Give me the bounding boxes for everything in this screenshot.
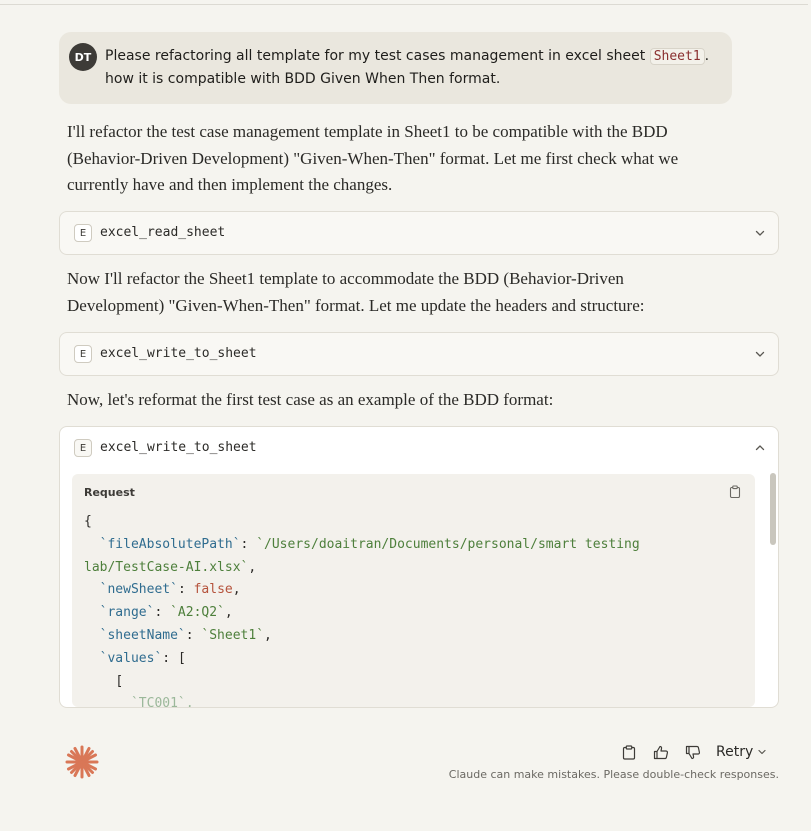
assistant-paragraph: Now I'll refactor the Sheet1 template to… bbox=[67, 269, 645, 315]
chevron-down-icon bbox=[758, 749, 766, 755]
tool-icon: E bbox=[74, 224, 92, 242]
copy-icon[interactable] bbox=[729, 485, 741, 498]
code-boolean: false bbox=[193, 582, 233, 598]
code-key: `newSheet` bbox=[99, 582, 178, 598]
assistant-paragraph: Now, let's reformat the first test case … bbox=[67, 390, 554, 409]
thumbs-down-button[interactable] bbox=[684, 743, 702, 761]
user-text-part: Please refactoring all template for my t… bbox=[105, 48, 650, 64]
tool-call-excel-read-sheet[interactable]: E excel_read_sheet bbox=[59, 211, 779, 255]
scrollbar-thumb[interactable] bbox=[770, 473, 776, 545]
user-avatar: DT bbox=[69, 43, 97, 71]
code-key: `values` bbox=[99, 650, 163, 666]
user-message-text: Please refactoring all template for my t… bbox=[105, 45, 725, 91]
user-message: DT Please refactoring all template for m… bbox=[59, 32, 732, 104]
code-string: `/Users/doaitran/Documents/personal/smar… bbox=[256, 536, 640, 552]
chevron-up-icon[interactable] bbox=[754, 442, 766, 454]
chevron-down-icon[interactable] bbox=[754, 348, 766, 360]
thumbs-up-button[interactable] bbox=[652, 743, 670, 761]
disclaimer-text: Claude can make mistakes. Please double-… bbox=[448, 768, 779, 781]
code-string: `TC001`, bbox=[130, 696, 194, 707]
request-code: { `fileAbsolutePath`: `/Users/doaitran/D… bbox=[84, 511, 744, 707]
claude-logo-icon bbox=[65, 745, 99, 779]
tool-icon: E bbox=[74, 345, 92, 363]
inline-code: Sheet1 bbox=[649, 48, 705, 65]
tool-name: excel_write_to_sheet bbox=[100, 440, 257, 455]
retry-button[interactable]: Retry bbox=[716, 744, 767, 760]
tool-call-excel-write-to-sheet-expanded[interactable]: E excel_write_to_sheet Request { `fileAb… bbox=[59, 426, 779, 708]
request-panel: Request { `fileAbsolutePath`: `/Users/do… bbox=[72, 474, 755, 707]
tool-name: excel_read_sheet bbox=[100, 225, 226, 240]
code-bracket: [ bbox=[115, 673, 124, 689]
thumbs-down-icon bbox=[685, 745, 701, 759]
code-string: `Sheet1` bbox=[201, 627, 265, 643]
code-bracket: [ bbox=[177, 650, 186, 666]
retry-label: Retry bbox=[716, 744, 754, 760]
code-brace: { bbox=[84, 514, 92, 529]
assistant-paragraph: I'll refactor the test case management t… bbox=[67, 122, 679, 194]
tool-call-excel-write-to-sheet[interactable]: E excel_write_to_sheet bbox=[59, 332, 779, 376]
code-key: `range` bbox=[99, 605, 155, 621]
message-actions: Retry bbox=[620, 742, 767, 762]
tool-icon: E bbox=[74, 439, 92, 457]
top-divider bbox=[0, 4, 808, 5]
code-key: `sheetName` bbox=[99, 627, 186, 643]
request-label: Request bbox=[84, 486, 135, 499]
clipboard-icon bbox=[622, 744, 636, 760]
tool-name: excel_write_to_sheet bbox=[100, 346, 257, 361]
thumbs-up-icon bbox=[653, 745, 669, 759]
code-key: `fileAbsolutePath` bbox=[99, 536, 241, 552]
code-string: lab/TestCase-AI.xlsx` bbox=[84, 559, 249, 575]
copy-response-button[interactable] bbox=[620, 743, 638, 761]
chevron-down-icon[interactable] bbox=[754, 227, 766, 239]
code-string: `A2:Q2` bbox=[170, 605, 225, 621]
